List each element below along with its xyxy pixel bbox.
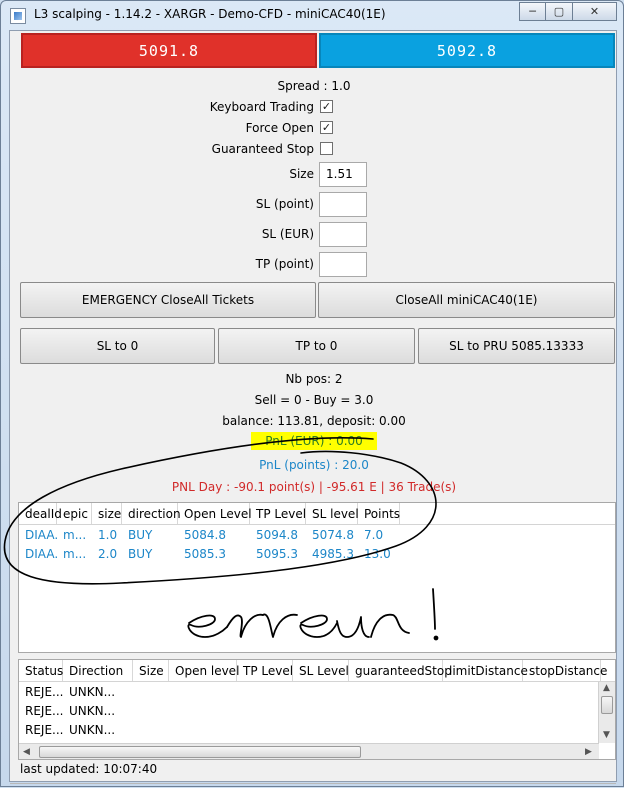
guaranteed-stop-label: Guaranteed Stop	[211, 142, 314, 156]
column-header[interactable]: Points	[358, 503, 400, 524]
column-header[interactable]: Open level	[169, 660, 239, 681]
table-row[interactable]: REJE... UNKN...	[19, 701, 615, 720]
column-header[interactable]: SL level	[306, 503, 359, 524]
column-header[interactable]: size	[92, 503, 122, 524]
spread-label: Spread : 1.0	[277, 79, 351, 93]
tp-point-input[interactable]	[319, 252, 367, 277]
cell: 5085.3	[184, 547, 226, 561]
column-header[interactable]: Size	[133, 660, 169, 681]
size-input[interactable]: 1.51	[319, 162, 367, 187]
window-title: L3 scalping - 1.14.2 - XARGR - Demo-CFD …	[34, 7, 386, 21]
pnl-eur-label: PnL (EUR) : 0.00	[251, 432, 377, 450]
column-header[interactable]: direction	[122, 503, 181, 524]
cell: REJE...	[25, 685, 63, 699]
minimize-button[interactable]: ─	[519, 2, 546, 21]
keyboard-trading-checkbox[interactable]: ✓	[320, 100, 333, 113]
cell: DIAA...	[25, 547, 57, 561]
cell: 1.0	[98, 528, 118, 542]
cell: 5074.8	[312, 528, 354, 542]
nb-pos-label: Nb pos: 2	[285, 372, 343, 386]
title-bar[interactable]: L3 scalping - 1.14.2 - XARGR - Demo-CFD …	[1, 1, 623, 29]
vertical-scrollbar[interactable]: ▲ ▼	[598, 682, 615, 743]
table-row[interactable]: REJE... UNKN...	[19, 720, 615, 739]
cell: UNKN...	[69, 723, 116, 737]
column-header[interactable]: SL Level	[293, 660, 349, 681]
status-divider	[10, 783, 616, 784]
scroll-right-icon[interactable]: ▶	[585, 747, 592, 757]
size-label: Size	[289, 167, 314, 181]
close-button[interactable]: ✕	[573, 2, 617, 21]
orders-header: Status Direction Size Open level TP Leve…	[19, 660, 615, 682]
scroll-down-icon[interactable]: ▼	[603, 730, 610, 740]
cell: REJE...	[25, 723, 63, 737]
last-updated-status: last updated: 10:07:40	[20, 762, 158, 776]
cell: 5095.3	[256, 547, 298, 561]
column-header[interactable]: stopDistance	[523, 660, 607, 681]
positions-header: dealId epic size direction Open Level TP…	[19, 503, 615, 525]
horizontal-scrollbar[interactable]: ◀ ▶	[19, 743, 599, 759]
column-header[interactable]: Open Level	[178, 503, 252, 524]
positions-table[interactable]: dealId epic size direction Open Level TP…	[18, 502, 616, 653]
app-icon	[10, 8, 26, 24]
table-row[interactable]: DIAA... m... 2.0 BUY 5085.3 5095.3 4985.…	[19, 544, 615, 563]
cell: UNKN...	[69, 704, 116, 718]
tp-point-label: TP (point)	[255, 257, 314, 271]
table-row[interactable]: REJE... UNKN...	[19, 682, 615, 701]
keyboard-trading-label: Keyboard Trading	[209, 100, 314, 114]
cell: DIAA...	[25, 528, 57, 542]
sell-buy-label: Sell = 0 - Buy = 3.0	[254, 393, 374, 407]
pnl-day-label: PNL Day : -90.1 point(s) | -95.61 E | 36…	[171, 480, 457, 494]
tp-to-zero-button[interactable]: TP to 0	[218, 328, 415, 364]
column-header[interactable]: TP Level	[237, 660, 293, 681]
table-row[interactable]: DIAA... m... 1.0 BUY 5084.8 5094.8 5074.…	[19, 525, 615, 544]
column-header[interactable]: Status	[19, 660, 63, 681]
scroll-thumb[interactable]	[39, 746, 361, 758]
cell: BUY	[128, 528, 153, 542]
column-header[interactable]: Direction	[63, 660, 133, 681]
cell: UNKN...	[69, 685, 116, 699]
balance-label: balance: 113.81, deposit: 0.00	[222, 414, 406, 428]
ask-price-button[interactable]: 5092.8	[319, 33, 615, 68]
close-all-instrument-button[interactable]: CloseAll miniCAC40(1E)	[318, 282, 615, 318]
cell: m...	[63, 547, 87, 561]
force-open-label: Force Open	[245, 121, 314, 135]
check-icon: ✓	[321, 100, 332, 113]
sl-point-label: SL (point)	[255, 197, 314, 211]
column-header[interactable]: limitDistance	[443, 660, 528, 681]
column-header[interactable]: epic	[57, 503, 92, 524]
app-window: L3 scalping - 1.14.2 - XARGR - Demo-CFD …	[0, 0, 624, 787]
cell: 5084.8	[184, 528, 226, 542]
cell: 5094.8	[256, 528, 298, 542]
sl-point-input[interactable]	[319, 192, 367, 217]
scroll-up-icon[interactable]: ▲	[603, 683, 610, 693]
pnl-points-label: PnL (points) : 20.0	[259, 458, 369, 472]
sl-to-pru-button[interactable]: SL to PRU 5085.13333	[418, 328, 615, 364]
force-open-checkbox[interactable]: ✓	[320, 121, 333, 134]
cell: 13.0	[364, 547, 391, 561]
emergency-close-all-button[interactable]: EMERGENCY CloseAll Tickets	[20, 282, 316, 318]
sl-eur-input[interactable]	[319, 222, 367, 247]
column-header[interactable]: guaranteedStop	[349, 660, 452, 681]
scroll-left-icon[interactable]: ◀	[23, 747, 30, 757]
scroll-thumb[interactable]	[601, 696, 613, 714]
cell: 4985.3	[312, 547, 354, 561]
column-header[interactable]: TP Level	[250, 503, 306, 524]
guaranteed-stop-checkbox[interactable]	[320, 142, 333, 155]
cell: BUY	[128, 547, 153, 561]
client-area: 5091.8 5092.8 Spread : 1.0 Keyboard Trad…	[9, 30, 617, 784]
cell: REJE...	[25, 704, 63, 718]
column-header[interactable]: dealId	[19, 503, 62, 524]
sl-eur-label: SL (EUR)	[261, 227, 314, 241]
bid-price-button[interactable]: 5091.8	[21, 33, 317, 68]
sl-to-zero-button[interactable]: SL to 0	[20, 328, 215, 364]
cell: 2.0	[98, 547, 118, 561]
orders-table[interactable]: Status Direction Size Open level TP Leve…	[18, 659, 616, 760]
cell: m...	[63, 528, 87, 542]
maximize-button[interactable]: ▢	[546, 2, 573, 21]
cell: 7.0	[364, 528, 384, 542]
check-icon: ✓	[321, 121, 332, 134]
